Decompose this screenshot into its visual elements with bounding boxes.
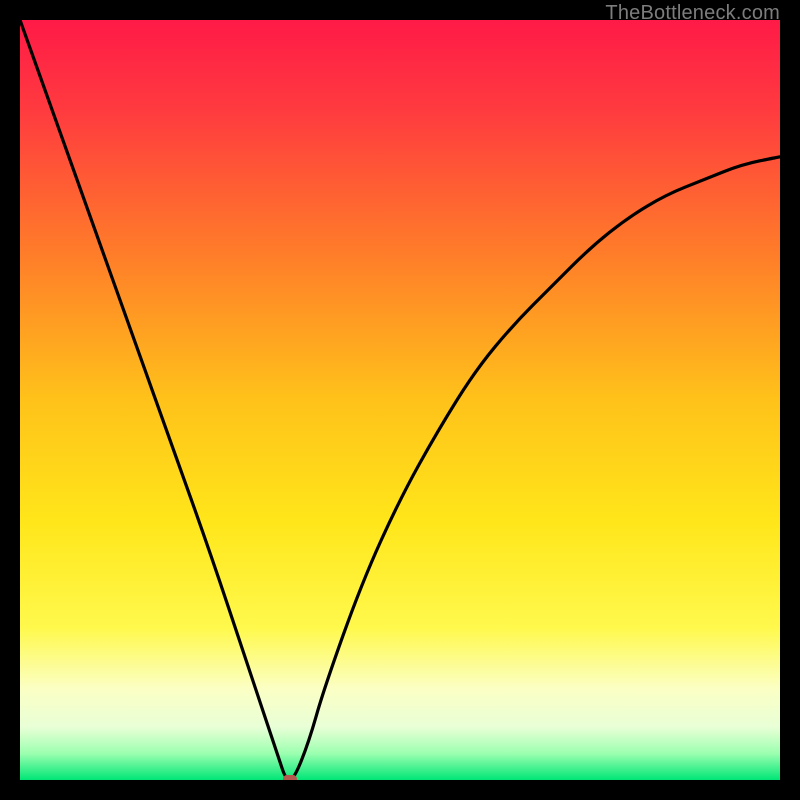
bottleneck-curve [20, 20, 780, 780]
chart-frame: TheBottleneck.com [0, 0, 800, 800]
optimal-point-marker [283, 775, 297, 780]
plot-area [20, 20, 780, 780]
